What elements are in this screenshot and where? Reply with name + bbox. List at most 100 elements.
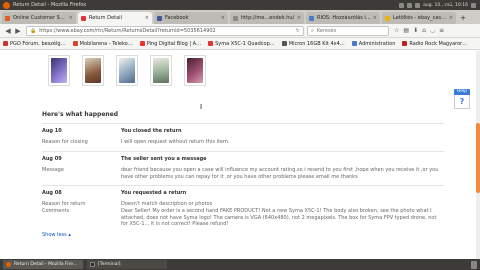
bookmark-favicon-icon xyxy=(208,41,214,46)
photo-thumbnail[interactable] xyxy=(82,55,104,86)
help-question-icon[interactable]: ? xyxy=(454,95,470,109)
taskbar-terminal[interactable]: [Terminal] xyxy=(87,260,167,269)
lock-icon[interactable]: 🔒 xyxy=(30,28,36,34)
photo-thumbnail[interactable] xyxy=(116,55,138,86)
event-title: You requested a return xyxy=(121,190,187,196)
search-box[interactable]: ⌕ xyxy=(307,25,389,36)
bookmark-pgo[interactable]: PGO Fórum, beszélg… xyxy=(3,41,66,47)
photo-thumbnail[interactable] xyxy=(48,55,70,86)
page-scrollbar[interactable] xyxy=(476,51,480,259)
bookmark-micron[interactable]: Micron 16GB Kit 4x4… xyxy=(281,41,345,47)
close-icon[interactable]: × xyxy=(145,15,149,21)
help-widget[interactable]: Help ? xyxy=(454,89,470,109)
tab-label: Facebook xyxy=(165,15,189,21)
page-content: Here's what happened Aug 10 You closed t… xyxy=(0,51,476,259)
show-less-link[interactable]: Show less ▴ xyxy=(42,232,71,238)
clock[interactable]: aug. 10., csü, 10:16 xyxy=(423,3,468,8)
bookmark-syma[interactable]: Syma X5C-1 Quadcop… xyxy=(208,41,275,47)
tab-favicon-icon xyxy=(5,15,10,21)
battery-icon[interactable] xyxy=(415,2,421,8)
search-icon: ⌕ xyxy=(311,27,314,34)
tab-strip: Online Customer Se… × Return Detail × Fa… xyxy=(0,10,480,24)
network-icon[interactable] xyxy=(399,2,405,8)
photo-thumbnails xyxy=(48,55,206,86)
history-title: Here's what happened xyxy=(42,111,119,118)
home-icon[interactable]: ⌂ xyxy=(422,27,426,34)
reload-icon[interactable]: ↻ xyxy=(296,28,300,34)
tab-favicon-icon xyxy=(385,15,390,21)
event-row-text: Doesn't match description or photos xyxy=(121,201,213,207)
event-title: The seller sent you a message xyxy=(121,156,207,162)
volume-icon[interactable] xyxy=(407,2,413,8)
search-input[interactable] xyxy=(316,27,377,34)
scrollbar-thumb[interactable] xyxy=(476,123,480,193)
terminal-icon xyxy=(90,262,95,267)
event-date: Aug 08 xyxy=(42,190,62,196)
bookmark-favicon-icon xyxy=(139,41,145,46)
tab-letoltes[interactable]: Letöltés - ebay_case… × xyxy=(382,12,456,24)
tab-favicon-icon xyxy=(157,15,162,21)
bookmarks-bar: PGO Fórum, beszélg… Mobilarena - Teleko…… xyxy=(0,38,480,50)
event-row-label: Message xyxy=(42,167,64,173)
bookmark-administration[interactable]: Administration xyxy=(351,41,395,47)
event-row-text: I will open request without return this … xyxy=(121,139,230,145)
bookmark-mobilarena[interactable]: Mobilarena - Teleko… xyxy=(72,41,133,47)
trash-icon[interactable] xyxy=(471,260,477,269)
chevron-up-icon: ▴ xyxy=(68,232,71,238)
photo-thumbnail[interactable] xyxy=(184,55,206,86)
tab-return-detail[interactable]: Return Detail × xyxy=(78,12,152,24)
url-text: https://www.ebay.com/rtn/Return/ReturnsD… xyxy=(39,27,216,34)
close-icon[interactable]: × xyxy=(297,15,301,21)
tab-label: Online Customer Se… xyxy=(13,15,67,21)
tab-rios[interactable]: RIOS: Hozzászólás i… × xyxy=(306,12,380,24)
mouse-cursor-icon: I xyxy=(200,103,203,111)
photo-thumbnail[interactable] xyxy=(150,55,172,86)
event-title: You closed the return xyxy=(121,128,182,134)
event-row-label: Reason for closing xyxy=(42,139,88,145)
star-icon[interactable]: ☆ xyxy=(394,27,399,34)
bookmark-favicon-icon xyxy=(351,41,357,46)
event-row-text: Dear Seller! My order is a second hand F… xyxy=(121,208,437,227)
divider xyxy=(42,151,444,152)
event-row-label: Reason for return xyxy=(42,201,86,207)
os-title-bar: Return Detail - Mozilla Firefox aug. 10.… xyxy=(0,0,480,10)
tab-favicon-icon xyxy=(233,15,238,21)
close-icon[interactable]: × xyxy=(449,15,453,21)
close-icon[interactable]: × xyxy=(221,15,225,21)
bookmark-favicon-icon xyxy=(402,41,408,46)
event-date: Aug 10 xyxy=(42,128,62,134)
power-icon[interactable] xyxy=(471,2,476,8)
download-icon[interactable]: ⬇ xyxy=(413,27,418,34)
pocket-icon[interactable]: ◡ xyxy=(430,27,435,34)
url-bar[interactable]: 🔒 https://www.ebay.com/rtn/Return/Return… xyxy=(26,25,304,36)
tab-online-customer[interactable]: Online Customer Se… × xyxy=(2,12,76,24)
divider xyxy=(42,185,444,186)
tab-facebook[interactable]: Facebook × xyxy=(154,12,228,24)
tab-favicon-icon xyxy=(309,15,314,21)
window-title: Return Detail - Mozilla Firefox xyxy=(13,2,87,8)
system-tray: aug. 10., csü, 10:16 xyxy=(399,0,476,10)
close-icon[interactable]: × xyxy=(69,15,73,21)
event-row-text: dear friend because you open a case will… xyxy=(121,167,439,180)
firefox-icon xyxy=(3,1,10,9)
back-icon[interactable]: ◀ xyxy=(3,26,13,36)
firefox-icon xyxy=(6,262,11,267)
bookmark-favicon-icon xyxy=(3,41,8,46)
tab-favicon-icon xyxy=(81,15,86,21)
bookmark-ping[interactable]: Ping Digital Blog | A… xyxy=(139,41,201,47)
forward-icon[interactable]: ▶ xyxy=(13,26,23,36)
taskbar: Return Detail - Mozilla Fire… [Terminal] xyxy=(0,259,480,270)
new-tab-button[interactable]: + xyxy=(458,12,468,24)
divider xyxy=(42,123,444,124)
menu-icon[interactable]: ≡ xyxy=(439,27,444,34)
tab-label: RIOS: Hozzászólás i… xyxy=(317,15,371,21)
tab-label: Return Detail xyxy=(89,15,122,21)
nav-bar: ◀ ▶ 🔒 https://www.ebay.com/rtn/Return/Re… xyxy=(0,24,480,38)
reading-list-icon[interactable]: ▤ xyxy=(403,27,409,34)
close-icon[interactable]: × xyxy=(373,15,377,21)
event-row-label: Comments xyxy=(42,208,70,214)
bookmark-radio-rock[interactable]: Radio Rock Magyaror… xyxy=(402,41,467,47)
tab-mendek[interactable]: http://me…endek.hu/ × xyxy=(230,12,304,24)
taskbar-firefox[interactable]: Return Detail - Mozilla Fire… xyxy=(3,260,83,269)
tab-label: Letöltés - ebay_case… xyxy=(393,15,447,21)
